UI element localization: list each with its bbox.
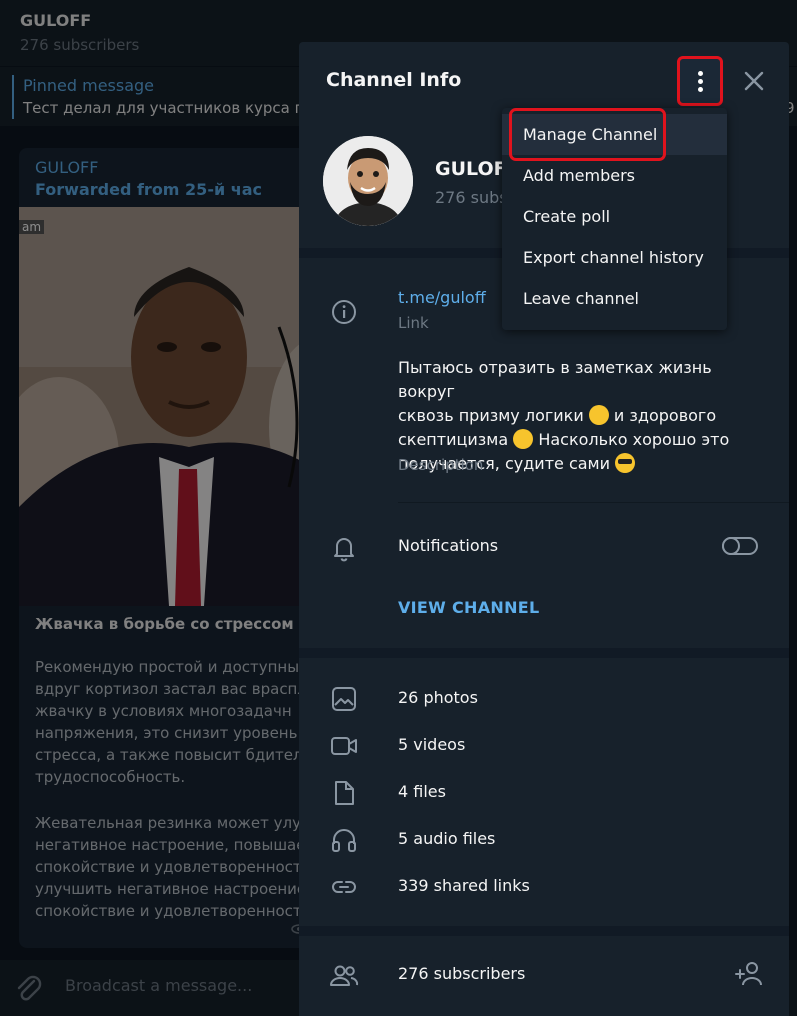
notifications-toggle[interactable] bbox=[722, 537, 758, 555]
toggle-knob bbox=[722, 537, 740, 555]
subscribers-label[interactable]: 276 subscribers bbox=[398, 964, 525, 983]
raised-eyebrow-emoji-icon bbox=[513, 429, 534, 449]
link-icon bbox=[332, 881, 356, 893]
section-separator bbox=[299, 926, 789, 936]
add-user-icon[interactable] bbox=[735, 961, 763, 987]
menu-item-create-poll[interactable]: Create poll bbox=[502, 196, 727, 237]
media-row-photos[interactable]: 26 photos bbox=[299, 685, 789, 732]
video-icon bbox=[331, 737, 357, 755]
channel-subscriber-count: 276 subs bbox=[435, 188, 508, 207]
section-separator bbox=[299, 648, 789, 658]
link-label: Link bbox=[398, 314, 429, 332]
media-row-videos[interactable]: 5 videos bbox=[299, 732, 789, 779]
more-options-button[interactable] bbox=[677, 56, 723, 106]
media-label: 5 audio files bbox=[398, 829, 496, 848]
media-label: 4 files bbox=[398, 782, 446, 801]
view-channel-button[interactable]: VIEW CHANNEL bbox=[398, 598, 540, 617]
divider bbox=[398, 502, 789, 503]
notifications-label: Notifications bbox=[398, 536, 499, 555]
channel-link[interactable]: t.me/guloff bbox=[398, 288, 486, 307]
description-line: сквозь призму логики bbox=[398, 406, 584, 425]
headphones-icon bbox=[332, 829, 356, 852]
channel-avatar[interactable] bbox=[323, 136, 413, 226]
description-line: и здорового bbox=[613, 406, 717, 425]
panel-title: Channel Info bbox=[326, 69, 462, 91]
close-icon[interactable] bbox=[739, 66, 769, 96]
info-icon bbox=[332, 300, 356, 324]
bell-icon bbox=[334, 538, 354, 562]
menu-item-export-history[interactable]: Export channel history bbox=[502, 237, 727, 278]
menu-item-leave-channel[interactable]: Leave channel bbox=[502, 278, 727, 319]
file-icon bbox=[335, 781, 354, 805]
vertical-dots-icon bbox=[698, 71, 703, 93]
description-line: Насколько хорошо это bbox=[538, 430, 730, 449]
users-icon bbox=[330, 965, 359, 986]
media-label: 5 videos bbox=[398, 735, 466, 754]
thinking-emoji-icon bbox=[588, 405, 609, 425]
media-label: 339 shared links bbox=[398, 876, 530, 895]
menu-item-add-members[interactable]: Add members bbox=[502, 155, 727, 196]
description-label: Description bbox=[398, 456, 484, 474]
media-label: 26 photos bbox=[398, 688, 478, 707]
description-line: скептицизма bbox=[398, 430, 509, 449]
sunglasses-emoji-icon bbox=[615, 453, 636, 473]
media-row-files[interactable]: 4 files bbox=[299, 779, 789, 826]
description-line: Пытаюсь отразить в заметках жизнь вокруг bbox=[398, 358, 712, 401]
highlight-annotation bbox=[509, 108, 666, 161]
photo-icon bbox=[332, 687, 356, 711]
media-row-links[interactable]: 339 shared links bbox=[299, 873, 789, 920]
avatar-illustration bbox=[323, 136, 413, 226]
media-row-audio[interactable]: 5 audio files bbox=[299, 826, 789, 873]
